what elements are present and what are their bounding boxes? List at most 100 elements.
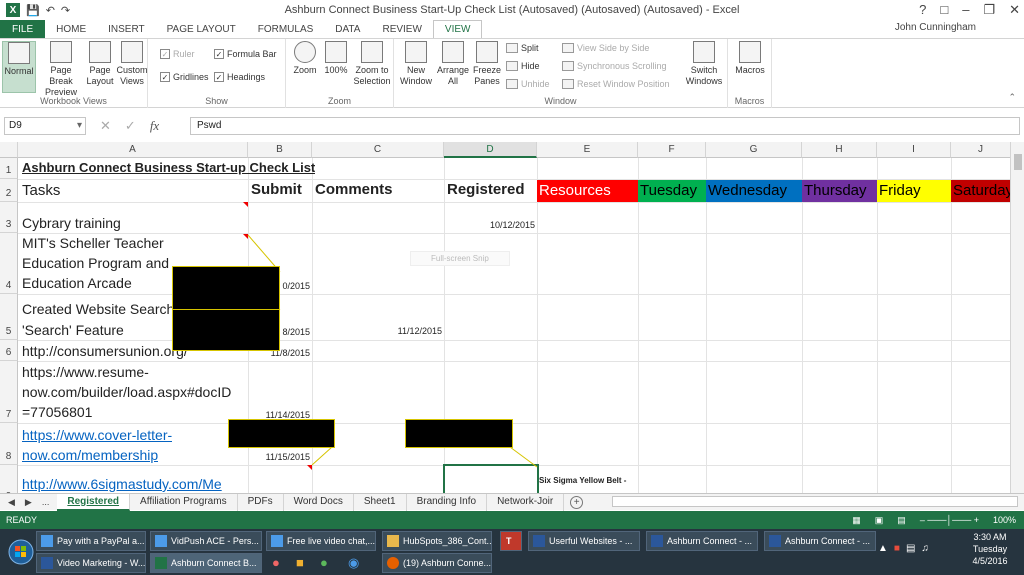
chevron-down-icon[interactable]: ▾	[77, 120, 82, 131]
normal-view-icon[interactable]: ▦	[852, 515, 861, 526]
zoom-to-selection-button[interactable]: Zoom to Selection	[352, 41, 392, 87]
status-bar: READY ▦ ▣ ▤ – ───│─── + 100%	[0, 511, 1024, 529]
taskbar-item-ashburn-word-1[interactable]: Ashburn Connect - ...	[646, 531, 758, 551]
taskbar-item-video-chat[interactable]: Free live video chat,...	[266, 531, 376, 551]
macros-button[interactable]: Macros	[732, 41, 768, 76]
sheet-next-icon[interactable]: ▶	[25, 497, 32, 508]
split-button[interactable]: Split	[506, 43, 539, 53]
taskbar-item-red-app[interactable]: T	[500, 531, 522, 551]
zoom-selection-icon	[361, 41, 383, 63]
tab-page-layout[interactable]: PAGE LAYOUT	[156, 20, 247, 38]
unhide-button[interactable]: Unhide	[506, 79, 550, 89]
zoom-slider[interactable]: – ───│─── +	[920, 515, 979, 525]
sheet-tab-word-docs[interactable]: Word Docs	[284, 493, 354, 511]
hide-button[interactable]: Hide	[506, 61, 540, 71]
volume-icon[interactable]: ♫	[921, 543, 929, 554]
headings-checkbox[interactable]: ✓ Headings	[214, 72, 265, 82]
gridlines-checkbox[interactable]: ✓ Gridlines	[160, 72, 209, 82]
tab-file[interactable]: FILE	[0, 20, 46, 38]
freeze-panes-label: Freeze Panes	[472, 65, 501, 86]
new-window-button[interactable]: New Window	[398, 41, 434, 87]
taskbar-item-vidpush[interactable]: VidPush ACE - Pers...	[150, 531, 262, 551]
worksheet-grid[interactable]: A B C D E F G H I J 1 2 3 4 5 6 7 8 9 As…	[0, 142, 1024, 493]
tab-formulas[interactable]: FORMULAS	[247, 20, 325, 38]
taskbar-label: HubSpots_386_Cont...	[403, 536, 492, 546]
scroll-thumb[interactable]	[1014, 154, 1022, 170]
ruler-checkbox[interactable]: ✓ Ruler	[160, 49, 195, 59]
page-break-view-icon[interactable]: ▤	[897, 515, 906, 526]
freeze-panes-button[interactable]: Freeze Panes	[472, 41, 502, 87]
sheet-tab-branding-info[interactable]: Branding Info	[407, 493, 488, 511]
reset-window-position-button[interactable]: Reset Window Position	[562, 79, 670, 89]
clock-day: Tuesday	[972, 544, 1008, 554]
collapse-ribbon-icon[interactable]: ⌃	[1008, 92, 1016, 103]
help-icon[interactable]: ?	[919, 2, 926, 18]
unhide-icon	[506, 79, 518, 89]
taskbar-item-hubspots[interactable]: HubSpots_386_Cont...	[382, 531, 492, 551]
sheet-tab-sheet1[interactable]: Sheet1	[354, 493, 407, 511]
sheet-prev-icon[interactable]: ◀	[8, 497, 15, 508]
checkbox-icon: ✓	[214, 49, 224, 59]
sheet-more-button[interactable]: ...	[42, 497, 50, 508]
undo-icon[interactable]: ↶	[46, 4, 55, 17]
security-icon[interactable]: ■	[894, 543, 900, 554]
taskbar-item-ashburn-word-2[interactable]: Ashburn Connect - ...	[764, 531, 876, 551]
zoom-button[interactable]: Zoom	[290, 41, 320, 76]
zoom-level[interactable]: 100%	[993, 515, 1016, 525]
custom-views-button[interactable]: Custom Views	[116, 41, 148, 87]
zoom-100-button[interactable]: 100%	[322, 41, 350, 76]
sheet-tab-affiliation-programs[interactable]: Affiliation Programs	[130, 493, 238, 511]
normal-view-button[interactable]: Normal	[2, 41, 36, 93]
sheet-tab-pdfs[interactable]: PDFs	[238, 493, 284, 511]
app-launcher-icon[interactable]: ●	[320, 555, 328, 570]
redo-icon[interactable]: ↷	[61, 4, 70, 17]
horizontal-scrollbar[interactable]	[612, 496, 1018, 507]
cancel-icon[interactable]: ✕	[100, 118, 111, 134]
vertical-scrollbar[interactable]	[1010, 142, 1024, 493]
windows-start-icon[interactable]	[8, 539, 34, 565]
taskbar-label: Ashburn Connect - ...	[785, 536, 871, 546]
tab-review[interactable]: REVIEW	[371, 20, 432, 38]
taskbar-item-useful-websites[interactable]: Userful Websites - ...	[528, 531, 640, 551]
ribbon-display-icon[interactable]: □	[940, 2, 948, 18]
close-button[interactable]: ✕	[1009, 2, 1020, 18]
name-box[interactable]: D9 ▾	[4, 117, 86, 135]
insert-function-icon[interactable]: fx	[150, 118, 159, 134]
taskbar-item-ashburn-excel[interactable]: Ashburn Connect B...	[150, 553, 262, 573]
tab-insert[interactable]: INSERT	[97, 20, 156, 38]
taskbar-item-firefox[interactable]: (19) Ashburn Conne...	[382, 553, 492, 573]
user-name[interactable]: John Cunningham	[895, 22, 976, 33]
formula-input[interactable]: Pswd	[190, 117, 1020, 135]
save-icon[interactable]: 💾	[26, 4, 40, 17]
folder-icon	[387, 535, 399, 547]
taskbar-item-video-marketing[interactable]: Video Marketing - W...	[36, 553, 146, 573]
page-layout-view-icon[interactable]: ▣	[875, 515, 884, 526]
switch-windows-button[interactable]: Switch Windows	[684, 41, 724, 87]
sheet-tab-network[interactable]: Network-Joir	[487, 493, 565, 511]
clock[interactable]: 3:30 AM Tuesday 4/5/2016	[962, 531, 1018, 567]
tab-data[interactable]: DATA	[324, 20, 371, 38]
minimize-button[interactable]: –	[962, 2, 969, 18]
page-break-preview-button[interactable]: Page Break Preview	[38, 41, 84, 98]
enter-icon[interactable]: ✓	[125, 118, 136, 134]
page-layout-view-button[interactable]: Page Layout	[86, 41, 114, 87]
tray-expand-icon[interactable]: ▲	[878, 543, 888, 554]
formula-bar-checkbox[interactable]: ✓ Formula Bar	[214, 49, 277, 59]
maximize-button[interactable]: ❐	[983, 2, 995, 18]
arrange-all-icon	[442, 41, 464, 63]
group-label: Workbook Views	[40, 96, 107, 106]
group-window: New Window Arrange All Freeze Panes Spli…	[394, 39, 728, 108]
sheet-tab-registered[interactable]: Registered	[57, 493, 131, 511]
taskbar-item-paypal[interactable]: Pay with a PayPal a...	[36, 531, 146, 551]
tab-home[interactable]: HOME	[45, 20, 97, 38]
add-sheet-button[interactable]: +	[570, 495, 584, 509]
chrome-launcher-icon[interactable]: ◉	[348, 555, 359, 571]
view-side-by-side-button[interactable]: View Side by Side	[562, 43, 649, 53]
tab-view[interactable]: VIEW	[432, 20, 483, 38]
explorer-launcher-icon[interactable]: ■	[296, 555, 304, 570]
synchronous-scrolling-button[interactable]: Synchronous Scrolling	[562, 61, 667, 71]
arrange-all-button[interactable]: Arrange All	[436, 41, 470, 87]
macros-icon	[739, 41, 761, 63]
network-icon[interactable]: ▤	[906, 543, 915, 554]
firefox-launcher-icon[interactable]: ●	[272, 555, 280, 570]
